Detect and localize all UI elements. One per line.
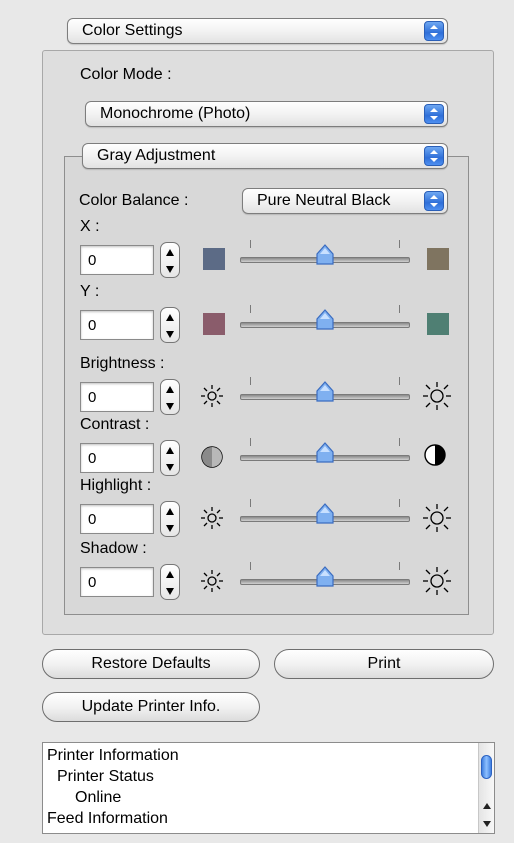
list-item[interactable]: Online — [75, 789, 121, 807]
color-settings-label: Color Settings — [82, 22, 183, 39]
control-value-field[interactable]: 0 — [80, 504, 154, 534]
stepper-up-arrow-icon[interactable] — [165, 385, 175, 395]
slider-tick — [250, 562, 251, 570]
print-button[interactable]: Print — [274, 649, 494, 679]
control-stepper[interactable] — [160, 307, 180, 343]
stepper-up-arrow-icon[interactable] — [165, 507, 175, 517]
slider-thumb[interactable] — [315, 442, 335, 464]
low-contrast-icon — [199, 444, 225, 470]
stepper-up-arrow-icon[interactable] — [165, 248, 175, 258]
stepper-down-arrow-icon[interactable] — [165, 523, 175, 533]
control-label: Highlight : — [80, 477, 152, 494]
list-scrollbar[interactable] — [478, 743, 494, 833]
control-stepper[interactable] — [160, 564, 180, 600]
control-value: 0 — [88, 389, 97, 406]
control-stepper[interactable] — [160, 501, 180, 537]
popup-arrows-icon — [424, 21, 444, 41]
control-stepper[interactable] — [160, 242, 180, 278]
control-value: 0 — [88, 511, 97, 528]
adjustment-slider[interactable] — [240, 305, 410, 335]
slider-tick — [250, 377, 251, 385]
adjustment-slider[interactable] — [240, 377, 410, 407]
control-value: 0 — [88, 450, 97, 467]
adjustment-slider[interactable] — [240, 240, 410, 270]
large-sun-icon — [422, 566, 451, 595]
slider-tick — [399, 499, 400, 507]
slider-tick — [399, 305, 400, 313]
control-value: 0 — [88, 317, 97, 334]
list-item[interactable]: Printer Information — [47, 747, 179, 765]
slider-tick — [399, 240, 400, 248]
small-sun-icon — [199, 505, 225, 531]
slider-tick — [399, 562, 400, 570]
list-item[interactable]: Printer Status — [57, 768, 154, 786]
popup-arrows-icon — [424, 104, 444, 124]
gray-adjustment-popup[interactable]: Gray Adjustment — [82, 143, 448, 169]
control-value-field[interactable]: 0 — [80, 245, 154, 275]
restore-defaults-button[interactable]: Restore Defaults — [42, 649, 260, 679]
color-mode-popup[interactable]: Monochrome (Photo) — [85, 101, 448, 127]
control-label: Y : — [80, 283, 100, 300]
control-value-field[interactable]: 0 — [80, 310, 154, 340]
color-settings-popup[interactable]: Color Settings — [67, 18, 448, 44]
large-sun-icon — [422, 381, 451, 410]
control-stepper[interactable] — [160, 440, 180, 476]
slider-tick — [250, 240, 251, 248]
stepper-up-arrow-icon[interactable] — [165, 313, 175, 323]
small-sun-icon — [199, 568, 225, 594]
teal-swatch — [427, 313, 449, 335]
large-sun-icon — [422, 503, 451, 532]
control-stepper[interactable] — [160, 379, 180, 415]
adjustment-slider[interactable] — [240, 438, 410, 468]
slider-thumb[interactable] — [315, 503, 335, 525]
adjustment-slider[interactable] — [240, 499, 410, 529]
update-printer-info-button[interactable]: Update Printer Info. — [42, 692, 260, 722]
slider-thumb[interactable] — [315, 244, 335, 266]
stepper-down-arrow-icon[interactable] — [165, 401, 175, 411]
slider-tick — [399, 377, 400, 385]
scroll-down-arrow-icon[interactable] — [480, 819, 494, 829]
slider-thumb[interactable] — [315, 381, 335, 403]
control-label: Shadow : — [80, 540, 147, 557]
slider-thumb[interactable] — [315, 309, 335, 331]
gray-adjustment-label: Gray Adjustment — [97, 147, 216, 164]
control-label: Brightness : — [80, 355, 165, 372]
stepper-down-arrow-icon[interactable] — [165, 462, 175, 472]
stepper-down-arrow-icon[interactable] — [165, 329, 175, 339]
stepper-up-arrow-icon[interactable] — [165, 446, 175, 456]
scroll-up-arrow-icon[interactable] — [480, 801, 494, 811]
color-balance-popup[interactable]: Pure Neutral Black — [242, 188, 448, 214]
popup-arrows-icon — [424, 191, 444, 211]
slider-tick — [250, 499, 251, 507]
high-contrast-icon — [422, 442, 448, 468]
color-balance-value: Pure Neutral Black — [257, 192, 391, 209]
mauve-swatch — [203, 313, 225, 335]
printer-info-list[interactable]: Printer Information Printer Status Onlin… — [42, 742, 495, 834]
color-mode-label: Color Mode : — [80, 66, 172, 83]
small-sun-icon — [199, 383, 225, 409]
adjustment-slider[interactable] — [240, 562, 410, 592]
stepper-up-arrow-icon[interactable] — [165, 570, 175, 580]
scrollbar-thumb[interactable] — [481, 755, 492, 779]
control-value-field[interactable]: 0 — [80, 443, 154, 473]
control-value: 0 — [88, 574, 97, 591]
olive-gray-swatch — [427, 248, 449, 270]
blue-gray-swatch — [203, 248, 225, 270]
control-label: X : — [80, 218, 100, 235]
control-value-field[interactable]: 0 — [80, 567, 154, 597]
slider-tick — [399, 438, 400, 446]
stepper-down-arrow-icon[interactable] — [165, 264, 175, 274]
slider-thumb[interactable] — [315, 566, 335, 588]
list-item[interactable]: Feed Information — [47, 810, 168, 828]
stepper-down-arrow-icon[interactable] — [165, 586, 175, 596]
control-value-field[interactable]: 0 — [80, 382, 154, 412]
control-label: Contrast : — [80, 416, 150, 433]
control-value: 0 — [88, 252, 97, 269]
slider-tick — [250, 438, 251, 446]
slider-tick — [250, 305, 251, 313]
color-mode-value: Monochrome (Photo) — [100, 105, 251, 122]
color-balance-label: Color Balance : — [79, 192, 189, 209]
popup-arrows-icon — [424, 146, 444, 166]
